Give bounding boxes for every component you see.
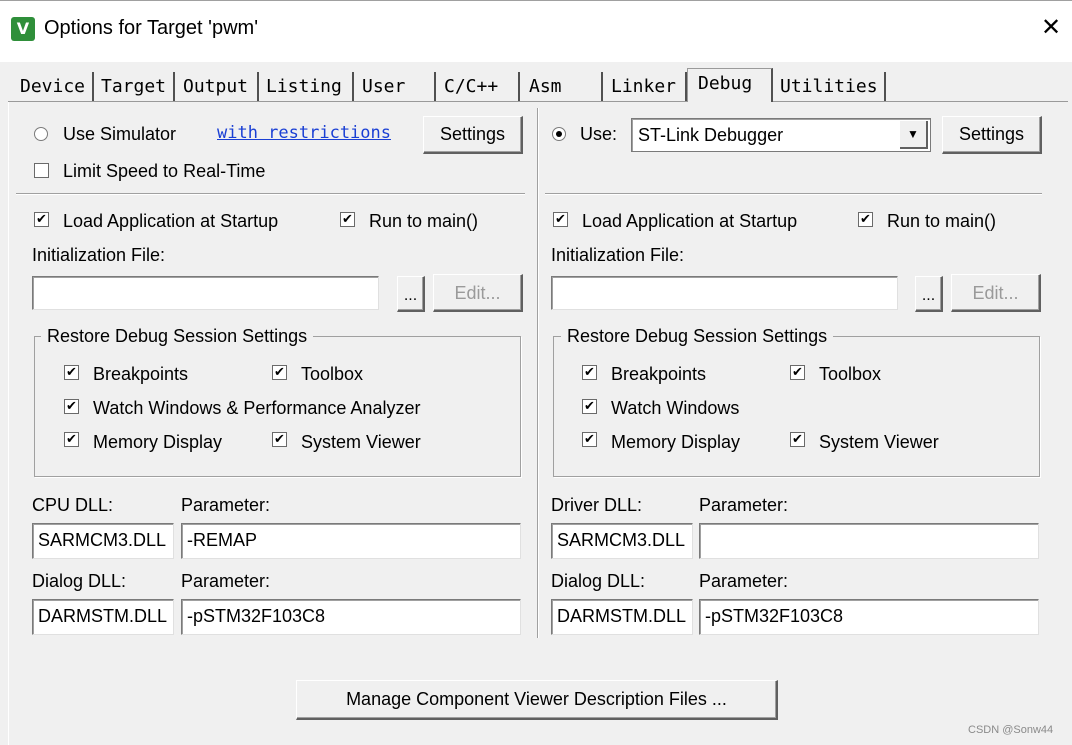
left-init-file-input[interactable]	[32, 276, 379, 310]
right-init-file-input[interactable]	[551, 276, 898, 310]
with-restrictions-link[interactable]: with restrictions	[217, 123, 391, 143]
left-run-to-main-checkbox[interactable]: ✔	[340, 212, 355, 227]
simulator-settings-button[interactable]: Settings	[423, 116, 523, 154]
right-dialog-dll-input[interactable]: DARMSTM.DLL	[551, 599, 693, 635]
right-edit-button[interactable]: Edit...	[951, 274, 1041, 312]
cpu-dll-label: CPU DLL:	[32, 495, 114, 515]
chevron-down-icon[interactable]: ▼	[900, 121, 928, 149]
keil-app-icon: V	[11, 17, 35, 41]
right-dialog-param-label: Parameter:	[699, 571, 789, 591]
tab-device[interactable]: Device	[16, 72, 94, 102]
tab-target[interactable]: Target	[97, 72, 175, 102]
tab-utilities[interactable]: Utilities	[776, 72, 886, 102]
tab-listing[interactable]: Listing	[262, 72, 354, 102]
left-watch-label: Watch Windows & Performance Analyzer	[93, 398, 421, 418]
tab-asm[interactable]: Asm	[525, 72, 603, 102]
tab-output[interactable]: Output	[179, 72, 259, 102]
use-simulator-radio[interactable]	[34, 127, 48, 141]
driver-dll-label: Driver DLL:	[551, 495, 643, 515]
left-divider	[16, 193, 525, 195]
left-load-app-checkbox[interactable]: ✔	[34, 212, 49, 227]
left-restore-group-title: Restore Debug Session Settings	[41, 326, 314, 347]
cpu-param-label: Parameter:	[181, 495, 271, 515]
left-browse-button[interactable]: ...	[397, 276, 425, 312]
driver-param-input[interactable]	[699, 523, 1039, 559]
debugger-select-value: ST-Link Debugger	[638, 125, 784, 145]
right-dialog-dll-label: Dialog DLL:	[551, 571, 646, 591]
right-divider	[545, 193, 1042, 195]
right-watch-label: Watch Windows	[611, 398, 740, 418]
left-dialog-dll-input[interactable]: DARMSTM.DLL	[32, 599, 174, 635]
tab-strip-baseline	[8, 101, 1068, 102]
left-dialog-dll-label: Dialog DLL:	[32, 571, 127, 591]
right-run-to-main-checkbox[interactable]: ✔	[858, 212, 873, 227]
right-toolbox-label: Toolbox	[819, 364, 882, 384]
driver-param-label: Parameter:	[699, 495, 789, 515]
right-breakpoints-checkbox[interactable]: ✔	[582, 365, 597, 380]
right-load-app-label: Load Application at Startup	[582, 211, 798, 231]
debugger-select[interactable]: ST-Link Debugger ▼	[631, 118, 931, 152]
cpu-param-input[interactable]: -REMAP	[181, 523, 521, 559]
right-browse-button[interactable]: ...	[915, 276, 943, 312]
manage-component-viewer-button[interactable]: Manage Component Viewer Description File…	[296, 680, 778, 720]
tab-c-cpp[interactable]: C/C++	[440, 72, 520, 102]
left-run-to-main-label: Run to main()	[369, 211, 479, 231]
left-init-file-label: Initialization File:	[32, 245, 166, 265]
right-system-viewer-label: System Viewer	[819, 432, 939, 452]
left-memory-label: Memory Display	[93, 432, 223, 452]
column-divider	[537, 108, 539, 638]
left-system-viewer-checkbox[interactable]: ✔	[272, 432, 287, 447]
use-label: Use:	[580, 124, 618, 144]
left-dialog-param-input[interactable]: -pSTM32F103C8	[181, 599, 521, 635]
left-load-app-label: Load Application at Startup	[63, 211, 279, 231]
right-init-file-label: Initialization File:	[551, 245, 685, 265]
driver-dll-input[interactable]: SARMCM3.DLL	[551, 523, 693, 559]
debugger-settings-button[interactable]: Settings	[942, 116, 1042, 154]
right-load-app-checkbox[interactable]: ✔	[553, 212, 568, 227]
right-breakpoints-label: Breakpoints	[611, 364, 707, 384]
use-debugger-radio[interactable]	[552, 127, 566, 141]
right-watch-checkbox[interactable]: ✔	[582, 399, 597, 414]
use-simulator-label: Use Simulator	[63, 124, 177, 144]
right-memory-label: Memory Display	[611, 432, 741, 452]
left-edit-button[interactable]: Edit...	[433, 274, 523, 312]
limit-speed-label: Limit Speed to Real-Time	[63, 161, 266, 181]
tab-user[interactable]: User	[358, 72, 436, 102]
close-icon[interactable]: ✕	[1038, 16, 1064, 40]
right-run-to-main-label: Run to main()	[887, 211, 997, 231]
tab-debug[interactable]: Debug	[687, 68, 773, 102]
cpu-dll-input[interactable]: SARMCM3.DLL	[32, 523, 174, 559]
left-toolbox-checkbox[interactable]: ✔	[272, 365, 287, 380]
right-toolbox-checkbox[interactable]: ✔	[790, 365, 805, 380]
left-watch-checkbox[interactable]: ✔	[64, 399, 79, 414]
left-breakpoints-label: Breakpoints	[93, 364, 189, 384]
right-system-viewer-checkbox[interactable]: ✔	[790, 432, 805, 447]
right-dialog-param-input[interactable]: -pSTM32F103C8	[699, 599, 1039, 635]
right-restore-group-title: Restore Debug Session Settings	[561, 326, 834, 347]
window-title: Options for Target 'pwm'	[44, 17, 259, 39]
left-memory-checkbox[interactable]: ✔	[64, 432, 79, 447]
left-dialog-param-label: Parameter:	[181, 571, 271, 591]
watermark: CSDN @Sonw44	[968, 724, 1054, 736]
limit-speed-checkbox[interactable]	[34, 163, 49, 178]
left-system-viewer-label: System Viewer	[301, 432, 421, 452]
right-memory-checkbox[interactable]: ✔	[582, 432, 597, 447]
left-breakpoints-checkbox[interactable]: ✔	[64, 365, 79, 380]
left-toolbox-label: Toolbox	[301, 364, 364, 384]
tab-linker[interactable]: Linker	[607, 72, 687, 102]
